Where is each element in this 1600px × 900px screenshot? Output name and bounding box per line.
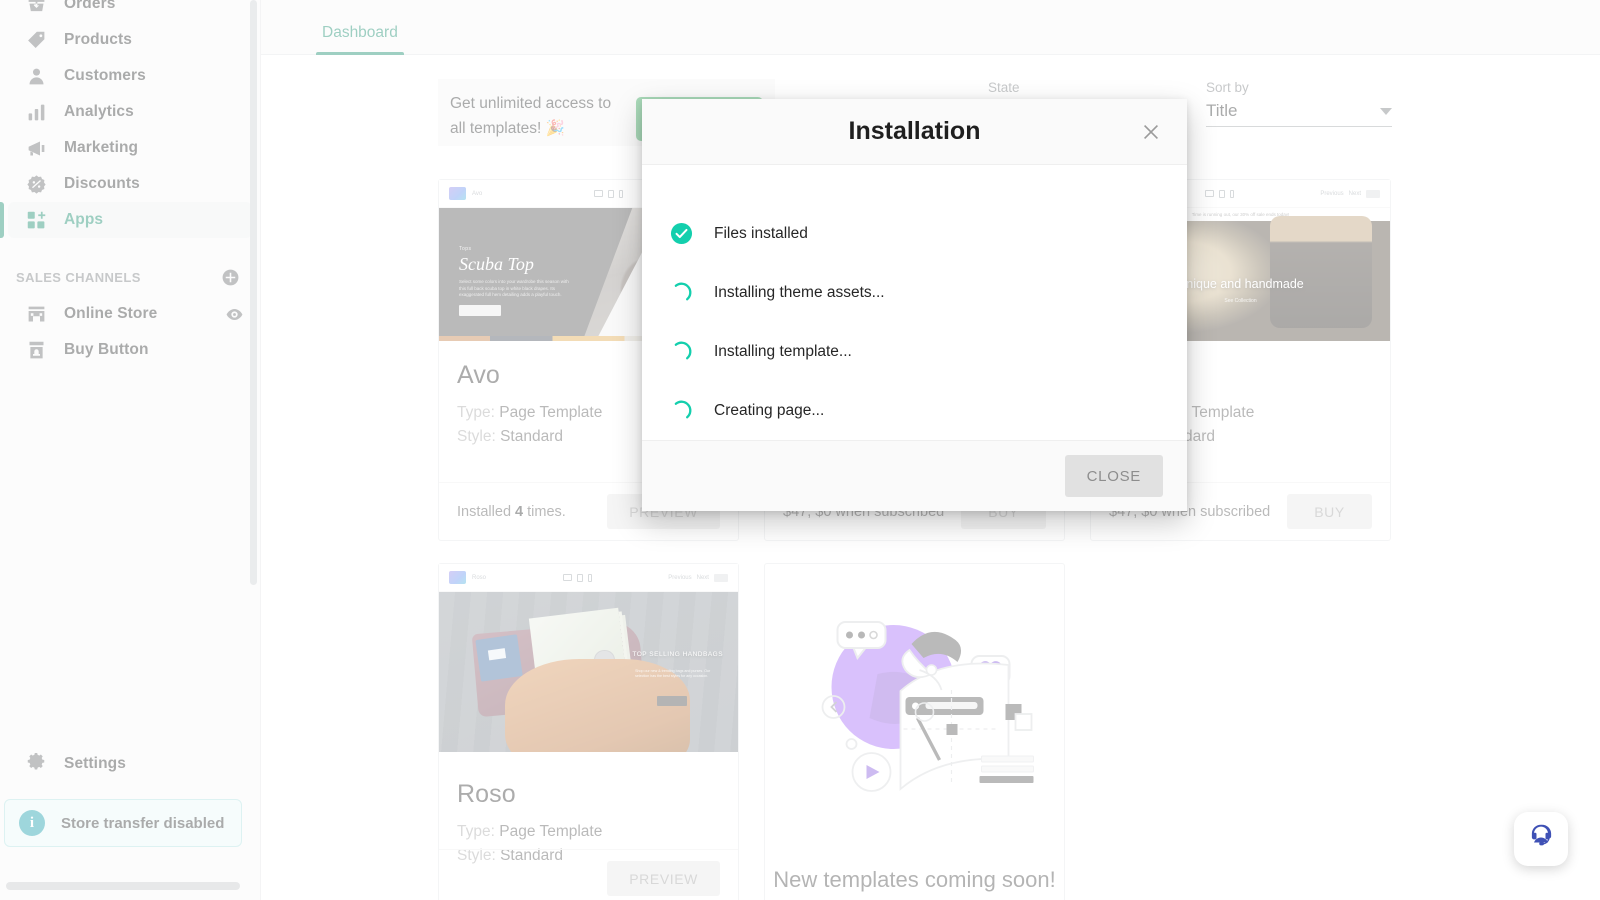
install-step-theme-assets: Installing theme assets... (670, 263, 1159, 322)
app-root: Orders Products Customers Analytics (0, 0, 1600, 900)
support-chat-button[interactable] (1514, 812, 1568, 866)
spinner-icon (670, 340, 714, 363)
modal-footer: CLOSE (642, 440, 1187, 511)
install-step-label: Files installed (714, 225, 808, 243)
installation-modal: Installation Files installed Installing … (642, 99, 1187, 511)
check-circle-icon (670, 222, 714, 245)
spinner-icon (670, 399, 714, 422)
install-step-files: Files installed (670, 204, 1159, 263)
modal-header: Installation (642, 99, 1187, 165)
install-step-template: Installing template... (670, 322, 1159, 381)
modal-close-button[interactable]: CLOSE (1065, 455, 1163, 497)
modal-body: Files installed Installing theme assets.… (642, 165, 1187, 440)
install-step-creating-page: Creating page... (670, 381, 1159, 440)
close-icon[interactable] (1137, 118, 1165, 146)
install-step-label: Installing template... (714, 343, 852, 361)
modal-title: Installation (849, 117, 981, 146)
support-headset-icon (1526, 822, 1556, 857)
install-step-label: Installing theme assets... (714, 284, 885, 302)
spinner-icon (670, 281, 714, 304)
install-step-label: Creating page... (714, 402, 824, 420)
